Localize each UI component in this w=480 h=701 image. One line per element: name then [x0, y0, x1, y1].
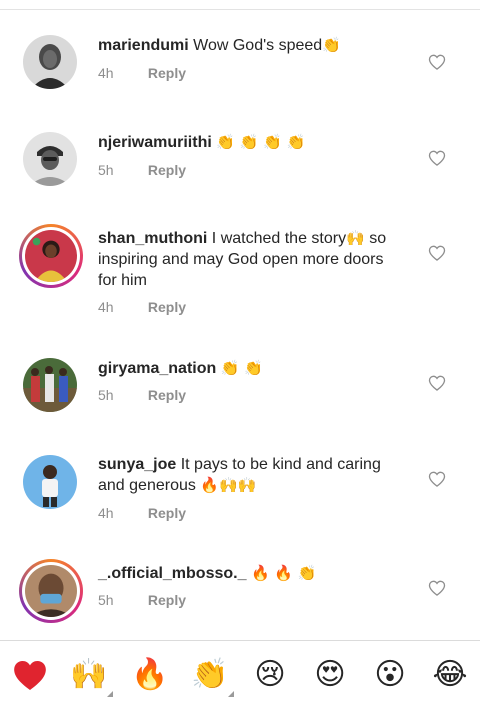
comment-username[interactable]: shan_muthoni [98, 230, 207, 247]
laughing-face-reaction-button[interactable]: 😂 [430, 655, 470, 695]
like-heart-icon[interactable] [427, 469, 447, 489]
avatar-image [23, 35, 77, 89]
comment-body: njeriwamuriithi 👏 👏 👏 👏 [98, 132, 398, 153]
fire-reaction-button[interactable]: 🔥 [130, 655, 170, 695]
comment-meta: 4h Reply [98, 505, 186, 521]
laughing-face-icon: 😂 [432, 657, 468, 692]
clap-emoji: 👏 👏 👏 👏 [216, 133, 306, 151]
comment-username[interactable]: mariendumi [98, 37, 189, 54]
reply-button[interactable]: Reply [148, 592, 186, 608]
like-heart-icon[interactable] [427, 578, 447, 598]
comment-body: mariendumi Wow God's speed👏 [98, 35, 398, 56]
reply-button[interactable]: Reply [148, 65, 186, 81]
comment-username[interactable]: giryama_nation [98, 360, 216, 377]
heart-eyes-reaction-button[interactable]: 😍 [310, 655, 350, 695]
avatar-image [25, 230, 77, 282]
like-heart-icon[interactable] [427, 243, 447, 263]
avatar[interactable] [22, 454, 78, 510]
avatar[interactable] [22, 357, 78, 413]
comment-username[interactable]: njeriwamuriithi [98, 134, 212, 151]
reply-button[interactable]: Reply [148, 505, 186, 521]
reply-button[interactable]: Reply [148, 299, 186, 315]
comment-username[interactable]: sunya_joe [98, 456, 176, 473]
quick-reaction-bar: 🙌 🔥 👏 😢 😍 😮 😂 [0, 640, 480, 701]
like-heart-icon[interactable] [427, 52, 447, 72]
fire-icon: 🔥 [131, 657, 169, 692]
comment-body: sunya_joe It pays to be kind and caring … [98, 454, 398, 496]
variant-indicator [107, 691, 113, 697]
like-heart-icon[interactable] [427, 148, 447, 168]
avatar-image [23, 358, 77, 412]
comment-meta: 5h Reply [98, 592, 186, 608]
comment-meta: 5h Reply [98, 162, 186, 178]
red-heart-reaction-button[interactable] [10, 655, 50, 695]
avatar[interactable] [22, 131, 78, 187]
crying-face-reaction-button[interactable]: 😢 [250, 655, 290, 695]
comment-username[interactable]: _.official_mbosso._ [98, 565, 247, 582]
raised-hands-reaction-button[interactable]: 🙌 [69, 655, 113, 697]
surprised-face-icon: 😮 [374, 657, 406, 692]
red-heart-icon [14, 661, 46, 690]
avatar-story-ring[interactable] [19, 559, 83, 623]
comment-timestamp: 5h [98, 387, 114, 403]
clap-reaction-button[interactable]: 👏 [190, 655, 234, 697]
comment-timestamp: 4h [98, 65, 114, 81]
avatar-story-ring[interactable] [19, 224, 83, 288]
comment-text: I watched the story [211, 230, 347, 247]
clap-emoji: 👏 [322, 36, 341, 54]
surprised-face-reaction-button[interactable]: 😮 [370, 655, 410, 695]
avatar-image [25, 565, 77, 617]
reply-button[interactable]: Reply [148, 162, 186, 178]
like-heart-icon[interactable] [427, 373, 447, 393]
comment-body: giryama_nation 👏 👏 [98, 358, 398, 379]
heart-eyes-icon: 😍 [314, 657, 346, 692]
avatar-image [23, 455, 77, 509]
comment-timestamp: 4h [98, 299, 114, 315]
clap-icon: 👏 [191, 657, 229, 692]
comment-text: Wow God's speed [193, 37, 323, 54]
comment-timestamp: 4h [98, 505, 114, 521]
avatar-image [23, 132, 77, 186]
avatar[interactable] [22, 34, 78, 90]
comment-meta: 4h Reply [98, 65, 186, 81]
fire-clap-emoji: 🔥 🔥 👏 [250, 564, 317, 582]
comment-meta: 4h Reply [98, 299, 186, 315]
comment-body: shan_muthoni I watched the story🙌 so ins… [98, 228, 398, 291]
raised-hands-icon: 🙌 [70, 657, 108, 692]
top-divider [0, 0, 480, 10]
crying-face-icon: 😢 [254, 657, 286, 692]
comment-meta: 5h Reply [98, 387, 186, 403]
comment-body: _.official_mbosso._ 🔥 🔥 👏 [98, 563, 398, 584]
fire-raised-hands-emoji: 🔥🙌🙌 [200, 476, 257, 494]
raised-hands-emoji: 🙌 [346, 229, 365, 247]
clap-emoji: 👏 👏 [220, 359, 263, 377]
comment-timestamp: 5h [98, 592, 114, 608]
variant-indicator [228, 691, 234, 697]
reply-button[interactable]: Reply [148, 387, 186, 403]
comment-timestamp: 5h [98, 162, 114, 178]
